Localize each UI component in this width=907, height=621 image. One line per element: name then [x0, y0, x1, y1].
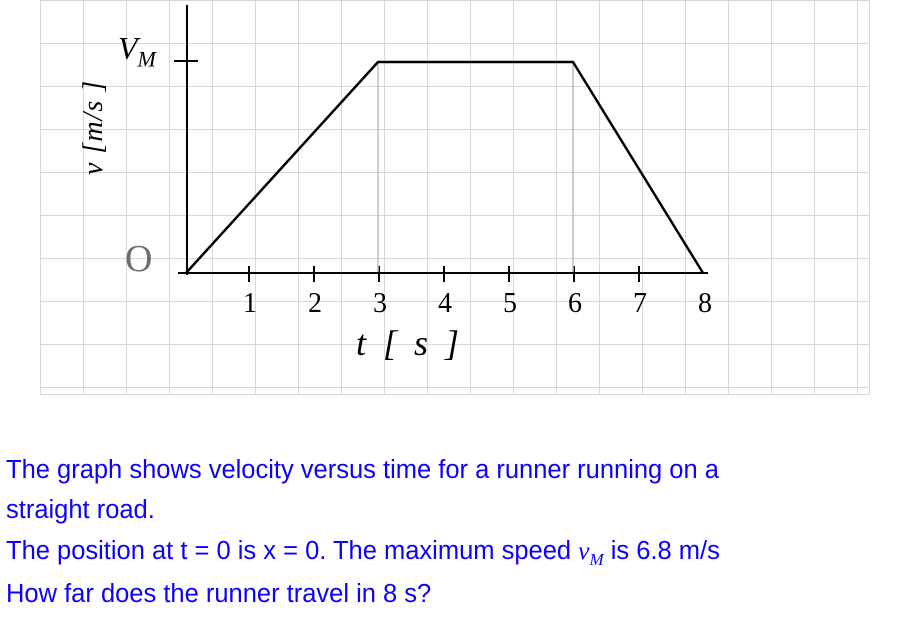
x-label-8: 8: [687, 288, 723, 320]
y-axis-label: v [m/s ]: [78, 80, 110, 175]
vm-v: V: [118, 30, 138, 66]
x-label-1: 1: [232, 288, 268, 320]
x-label-4: 4: [427, 288, 463, 320]
q-line3a: The position at t = 0 is x = 0. The maxi…: [6, 537, 578, 565]
question-text: The graph shows velocity versus time for…: [6, 450, 902, 614]
vm-m: M: [138, 46, 156, 71]
x-axis-label: t [ s ]: [356, 322, 463, 364]
x-label-3: 3: [362, 288, 398, 320]
q-line2: straight road.: [6, 496, 155, 524]
x-label-2: 2: [297, 288, 333, 320]
x-label-7: 7: [622, 288, 658, 320]
q-line3b: is 6.8 m/s: [604, 537, 720, 565]
x-label-6: 6: [557, 288, 593, 320]
vm-tick-label: VM: [118, 30, 156, 72]
x-label-5: 5: [492, 288, 528, 320]
velocity-curve: [186, 60, 726, 280]
q-line1: The graph shows velocity versus time for…: [6, 456, 719, 484]
vm-symbol: vM: [578, 536, 604, 565]
q-line4: How far does the runner travel in 8 s?: [6, 580, 431, 608]
origin-label: O: [125, 237, 152, 281]
